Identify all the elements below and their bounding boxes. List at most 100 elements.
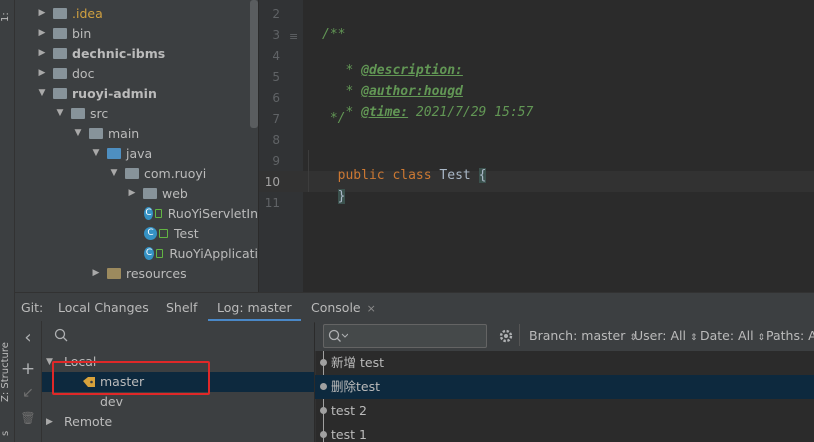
collapsed-arrow-icon[interactable]: ▶: [37, 68, 47, 78]
access-icon: [154, 208, 162, 218]
expanded-arrow-icon[interactable]: ▼: [109, 168, 119, 178]
line-number: 6: [272, 91, 280, 105]
project-tree: ▶ .idea ▶ bin ▶ dechnic-ibms ▶ doc ▼ ruo…: [15, 0, 258, 292]
commit-node-icon: [320, 431, 327, 438]
log-search-input[interactable]: [323, 324, 487, 348]
package-icon: [143, 187, 157, 199]
branch-group-remote[interactable]: ▶ Remote: [42, 412, 314, 432]
tree-item-ruoyi-admin[interactable]: ▼ ruoyi-admin: [15, 83, 258, 103]
search-icon[interactable]: [54, 328, 68, 342]
tab-local-changes[interactable]: Local Changes: [58, 293, 149, 322]
user-filter[interactable]: User: All ⇕: [634, 328, 697, 343]
left-tool-strip: 1: Z: Structure s: [0, 0, 15, 442]
tree-item-label: .idea: [72, 5, 103, 21]
tree-item-idea[interactable]: ▶ .idea: [15, 3, 258, 23]
collapsed-arrow-icon[interactable]: ▶: [37, 48, 47, 58]
tree-item-label: doc: [72, 65, 95, 81]
tree-item-test[interactable]: C Test: [15, 223, 258, 243]
line-number: 11: [264, 196, 280, 210]
date-filter[interactable]: Date: All ⇕: [700, 328, 765, 343]
tree-item-src[interactable]: ▼ src: [15, 103, 258, 123]
tree-item-dechnic-ibms[interactable]: ▶ dechnic-ibms: [15, 43, 258, 63]
commit-message: 新增 test: [331, 355, 384, 370]
tree-item-label: dechnic-ibms: [72, 45, 166, 61]
code-comment-close: */: [322, 111, 346, 126]
tree-item-label: src: [90, 105, 109, 121]
folder-icon: [53, 67, 67, 79]
commit-row[interactable]: test 2: [315, 399, 814, 423]
commit-message: test 2: [331, 403, 367, 418]
dropdown-icon: ⇕: [757, 333, 766, 343]
branch-filter[interactable]: Branch: master ⇕: [529, 328, 637, 343]
runnable-class-icon: C: [144, 246, 154, 260]
back-icon[interactable]: ‹: [15, 327, 41, 348]
add-icon[interactable]: +: [15, 359, 41, 379]
comment-text: 2021/7/29 15:57: [408, 105, 534, 120]
line-number: 2: [272, 7, 280, 21]
expanded-arrow-icon[interactable]: ▼: [73, 128, 83, 138]
line-number: 5: [272, 70, 280, 84]
class-icon: C: [144, 226, 157, 240]
git-label: Git:: [21, 300, 44, 315]
commit-message: test 1: [331, 427, 367, 442]
tree-item-ruoyi-application[interactable]: C RuoYiApplicati: [15, 243, 258, 263]
expanded-arrow-icon[interactable]: ▼: [37, 88, 47, 98]
tree-item-label: bin: [72, 25, 92, 41]
commit-row[interactable]: test 1: [315, 423, 814, 442]
checkout-icon[interactable]: ↙: [15, 385, 41, 401]
tab-shelf[interactable]: Shelf: [166, 293, 197, 322]
tree-item-label: web: [162, 185, 188, 201]
branch-dev[interactable]: dev: [42, 392, 314, 412]
project-tool-tab[interactable]: 1:: [0, 2, 14, 32]
tree-item-doc[interactable]: ▶ doc: [15, 63, 258, 83]
structure-tool-tab[interactable]: Z: Structure: [0, 335, 14, 410]
tree-item-com-ruoyi[interactable]: ▼ com.ruoyi: [15, 163, 258, 183]
dropdown-icon: ⇕: [689, 333, 698, 343]
branch-filter-label: Branch: master: [529, 328, 626, 343]
tree-item-java[interactable]: ▼ java: [15, 143, 258, 163]
commit-node-icon: [320, 359, 327, 366]
delete-icon[interactable]: 🗑: [15, 411, 41, 425]
branch-label: dev: [100, 394, 124, 409]
class-icon: C: [144, 206, 153, 220]
vcs-tab-bar: Git: Local Changes Shelf Log: master Con…: [15, 292, 814, 323]
folder-icon: [71, 107, 85, 119]
tab-console[interactable]: Console ×: [311, 293, 376, 322]
bottom-tool-tab[interactable]: s: [0, 425, 14, 442]
commit-node-icon: [320, 407, 327, 414]
collapsed-arrow-icon[interactable]: ▶: [46, 412, 53, 432]
paths-filter[interactable]: Paths: Al: [766, 328, 814, 343]
tab-console-label: Console: [311, 300, 361, 315]
line-number: 7: [272, 112, 280, 126]
tab-log-master[interactable]: Log: master: [208, 293, 301, 322]
commit-row[interactable]: 新增 test: [315, 351, 814, 375]
tree-item-resources[interactable]: ▶ resources: [15, 263, 258, 283]
expanded-arrow-icon[interactable]: ▼: [55, 108, 65, 118]
tree-item-bin[interactable]: ▶ bin: [15, 23, 258, 43]
gear-icon[interactable]: [498, 328, 514, 344]
collapsed-arrow-icon[interactable]: ▶: [127, 188, 137, 198]
access-icon: [155, 248, 164, 258]
close-icon[interactable]: ×: [367, 302, 376, 315]
expanded-arrow-icon[interactable]: ▼: [91, 148, 101, 158]
brace-open: {: [478, 168, 487, 183]
toolbar-separator: [519, 324, 520, 346]
collapsed-arrow-icon[interactable]: ▶: [37, 28, 47, 38]
branches-toolbar: ‹ + ↙ 🗑: [15, 321, 42, 442]
collapsed-arrow-icon[interactable]: ▶: [91, 268, 101, 278]
line-number: 8: [272, 133, 280, 147]
doc-render-icon[interactable]: ≡: [289, 30, 299, 43]
tree-item-label: java: [126, 145, 153, 161]
class-name: Test: [439, 168, 471, 183]
commit-row[interactable]: 删除test: [315, 375, 814, 399]
code-editor[interactable]: [303, 0, 814, 292]
brace-close: }: [337, 189, 346, 204]
folder-icon: [53, 27, 67, 39]
tree-scrollbar[interactable]: [250, 0, 258, 128]
tree-item-web[interactable]: ▶ web: [15, 183, 258, 203]
tree-item-label: resources: [126, 265, 187, 281]
user-filter-label: User: All: [634, 328, 686, 343]
tree-item-main[interactable]: ▼ main: [15, 123, 258, 143]
collapsed-arrow-icon[interactable]: ▶: [37, 8, 47, 18]
tree-item-ruoyi-servlet[interactable]: C RuoYiServletIn: [15, 203, 258, 223]
